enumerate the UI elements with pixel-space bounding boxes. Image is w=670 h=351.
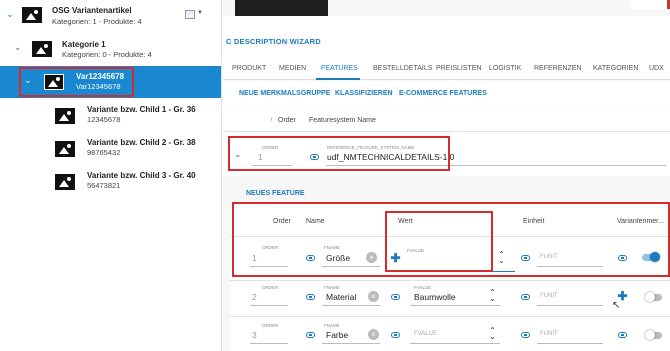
tree-child-subtitle: 56473821 — [87, 181, 121, 190]
tab-kategorien[interactable]: KATEGORIEN — [593, 65, 638, 72]
up-down-icon[interactable]: ⌃ ⌄ — [489, 289, 496, 303]
image-placeholder-icon — [22, 7, 42, 23]
tree-category-subtitle: Kategorien: 0 - Produkte: 4 — [62, 50, 152, 59]
link-icon[interactable] — [391, 294, 400, 300]
link-icon[interactable] — [391, 332, 400, 338]
image-placeholder-icon — [32, 41, 52, 57]
tree-category-title: Kategorie 1 — [62, 40, 106, 49]
tree-root-subtitle: Kategorien: 1 - Produkte: 4 — [52, 17, 142, 26]
highlight-box — [385, 211, 493, 272]
image-placeholder-icon — [55, 108, 75, 124]
fvalue-label: FVALUE — [414, 285, 432, 290]
link-icon[interactable] — [521, 294, 530, 300]
up-down-icon[interactable]: ⌃ ⌄ — [489, 327, 496, 341]
tab-referenzen[interactable]: REFERENZEN — [534, 65, 581, 72]
new-feature-button[interactable]: NEUES FEATURE — [246, 190, 305, 197]
fname-label: FNAME — [324, 285, 340, 290]
broken-image-icon — [185, 10, 195, 19]
field-underline — [410, 343, 500, 344]
tree-child-node[interactable]: Variante bzw. Child 2 - Gr. 38 98765432 — [0, 133, 221, 165]
link-icon[interactable] — [618, 332, 627, 338]
sort-arrow-icon[interactable]: ↑ — [270, 117, 273, 123]
tree-root-node[interactable]: ⌄ OSG Variantenartikel Kategorien: 1 - P… — [0, 0, 221, 32]
image-placeholder-icon — [55, 141, 75, 157]
tree-child-title: Variante bzw. Child 1 - Gr. 36 — [87, 105, 196, 114]
tree-child-title: Variante bzw. Child 2 - Gr. 38 — [87, 138, 196, 147]
ecommerce-features-button[interactable]: E-COMMERCE FEATURES — [399, 90, 487, 97]
funit-field[interactable]: FUNIT — [540, 293, 558, 299]
tree-root-title: OSG Variantenartikel — [52, 6, 132, 15]
fvalue-field[interactable]: Baumwolle — [414, 292, 456, 302]
field-underline — [537, 343, 603, 344]
highlight-box — [19, 67, 134, 97]
tab-preislisten[interactable]: PREISLISTEN — [436, 65, 482, 72]
tab-logistik[interactable]: LOGISTIK — [489, 65, 521, 72]
fname-field[interactable]: Farbe — [326, 330, 348, 340]
tree-child-node[interactable]: Variante bzw. Child 1 - Gr. 36 12345678 — [0, 100, 221, 132]
highlight-box — [228, 136, 450, 171]
variant-toggle[interactable] — [645, 292, 662, 302]
fvalue-field[interactable]: FVALUE — [414, 331, 437, 337]
tree-child-node[interactable]: Variante bzw. Child 3 - Gr. 40 56473821 — [0, 166, 221, 198]
dropdown-caret-icon[interactable]: ▼ — [197, 10, 203, 16]
tab-bar: PRODUKT MEDIEN FEATURES BESTELLDETAILS P… — [223, 60, 670, 80]
order-field-label: ORDER — [262, 285, 279, 290]
new-feature-group-button[interactable]: NEUE MERKMALSGRUPPE — [239, 90, 330, 97]
divider — [230, 280, 670, 281]
image-placeholder-icon — [55, 174, 75, 190]
clear-icon[interactable]: × — [368, 291, 379, 302]
tree-child-subtitle: 98765432 — [87, 148, 121, 157]
field-underline — [322, 305, 380, 306]
field-underline — [250, 343, 288, 344]
tree-child-subtitle: 12345678 — [87, 115, 121, 124]
column-header-order[interactable]: Order — [278, 117, 296, 124]
order-field-label: ORDER — [262, 323, 279, 328]
mouse-cursor-icon: ↖ — [612, 300, 621, 311]
active-tab-indicator — [316, 78, 360, 80]
field-underline — [410, 305, 500, 306]
tab-produkt[interactable]: PRODUKT — [232, 65, 266, 72]
variant-toggle[interactable] — [645, 330, 662, 340]
top-image-strip — [235, 0, 328, 16]
divider — [230, 316, 670, 317]
tab-udx[interactable]: UDX — [649, 65, 664, 72]
tab-medien[interactable]: MEDIEN — [279, 65, 306, 72]
product-tree: ⌄ OSG Variantenartikel Kategorien: 1 - P… — [0, 0, 222, 351]
tree-category-node[interactable]: ⌄ Kategorie 1 Kategorien: 0 - Produkte: … — [0, 32, 221, 64]
link-icon[interactable] — [306, 332, 315, 338]
fname-label: FNAME — [324, 323, 340, 328]
divider — [223, 131, 670, 132]
tab-features[interactable]: FEATURES — [321, 65, 358, 72]
fname-field[interactable]: Material — [326, 292, 356, 302]
tab-bestelldetails[interactable]: BESTELLDETAILS — [373, 65, 432, 72]
top-image-strip-right — [630, 0, 670, 9]
clear-icon[interactable]: × — [368, 329, 379, 340]
field-underline — [250, 305, 288, 306]
chevron-down-icon[interactable]: ⌄ — [14, 42, 22, 53]
chevron-down-icon[interactable]: ⌄ — [6, 9, 14, 20]
funit-field[interactable]: FUNIT — [540, 331, 558, 337]
field-underline — [537, 305, 603, 306]
tree-child-title: Variante bzw. Child 3 - Gr. 40 — [87, 171, 196, 180]
order-field[interactable]: 2 — [252, 292, 257, 302]
column-header-featuresystem-name[interactable]: Featuresystem Name — [309, 117, 376, 124]
link-icon[interactable] — [306, 294, 315, 300]
field-underline — [322, 343, 380, 344]
order-field[interactable]: 3 — [252, 330, 257, 340]
link-icon[interactable] — [521, 332, 530, 338]
wizard-title: C DESCRIPTION WIZARD — [226, 37, 321, 46]
classify-button[interactable]: KLASSIFIZIEREN — [335, 90, 393, 97]
